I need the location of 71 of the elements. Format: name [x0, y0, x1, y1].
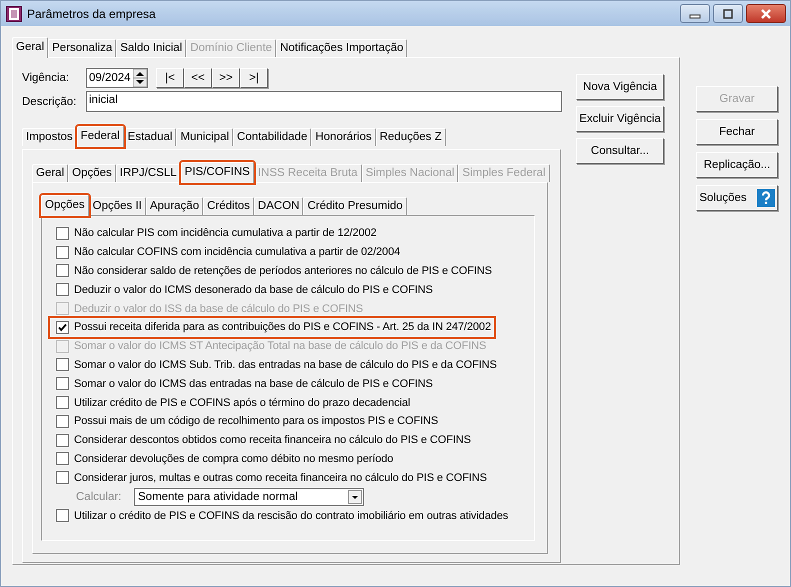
checkbox-option[interactable]: Não considerar saldo de retenções de períodos anteriores no cálculo de PIS e COFINS	[56, 262, 495, 280]
checkbox[interactable]	[56, 320, 69, 334]
tab[interactable]: Reduções Z	[376, 128, 446, 146]
checkbox-option[interactable]: Não calcular COFINS com incidência cumulativa a partir de 02/2004	[56, 242, 404, 262]
description-field[interactable]: inicial	[86, 91, 562, 112]
tab[interactable]: Contabilidade	[233, 128, 312, 146]
checkbox-option[interactable]: Utilizar crédito de PIS e COFINS após o término do prazo decadencial	[56, 393, 414, 412]
action-button[interactable]: Fechar	[696, 119, 778, 145]
tab[interactable]: Crédito Presumido	[303, 197, 407, 215]
checkbox-option[interactable]: Possui mais de um código de recolhimento para os impostos PIS e COFINS	[56, 412, 442, 431]
action-button[interactable]: Excluir Vigência	[576, 106, 664, 132]
tab[interactable]: DACON	[254, 197, 304, 215]
tab[interactable]: Federal	[76, 126, 124, 147]
action-button[interactable]: Nova Vigência	[576, 74, 664, 100]
tab[interactable]: Opções	[41, 195, 89, 216]
tab[interactable]: Municipal	[176, 128, 234, 146]
tab[interactable]: Personaliza	[48, 39, 116, 57]
tab[interactable]: Opções	[68, 164, 116, 182]
tab[interactable]: PIS/COFINS	[180, 162, 254, 183]
navigation-button[interactable]: >|	[240, 68, 268, 88]
checkbox[interactable]	[56, 434, 69, 447]
checkbox-option[interactable]: Não calcular PIS com incidência cumulativa a partir de 12/2002	[56, 224, 380, 243]
checkbox-option[interactable]: Considerar devoluções de compra como débito no mesmo período	[56, 450, 396, 468]
tab[interactable]: Opções II	[88, 197, 146, 215]
close-icon	[759, 8, 773, 18]
close-button[interactable]	[746, 4, 786, 23]
checkbox-option[interactable]: Somar o valor do ICMS Sub. Trib. das entradas na base de cálculo do PIS e da COFINS	[56, 356, 500, 374]
checkbox[interactable]	[56, 358, 69, 372]
checkbox[interactable]	[56, 377, 69, 390]
tab[interactable]: Impostos	[22, 128, 77, 146]
tab[interactable]: Geral	[32, 164, 68, 182]
checkbox[interactable]	[56, 509, 69, 522]
checkbox-option[interactable]: Utilizar o crédito de PIS e COFINS da rescisão do contrato imobiliário em outras atividades	[56, 506, 512, 525]
tab[interactable]: Saldo Inicial	[116, 39, 186, 57]
checkbox[interactable]	[56, 226, 69, 240]
field-label: Calcular:	[76, 490, 122, 503]
tab[interactable]: Geral	[12, 37, 48, 58]
field-label: Descrição:	[22, 96, 78, 108]
tab[interactable]: Estadual	[124, 128, 176, 146]
checkbox-option[interactable]: Considerar descontos obtidos como receita financeira no cálculo do PIS e COFINS	[56, 430, 474, 450]
tab[interactable]: Apuração	[146, 197, 204, 215]
help-icon	[756, 189, 775, 207]
checkbox[interactable]	[56, 264, 69, 278]
tab[interactable]: Notificações Importação	[276, 39, 408, 57]
checkbox[interactable]	[56, 414, 69, 428]
action-button[interactable]: Replicação...	[696, 152, 778, 178]
navigation-button[interactable]: <<	[184, 68, 212, 88]
checkbox[interactable]	[56, 471, 69, 484]
checkbox[interactable]	[56, 246, 69, 259]
checkbox-option[interactable]: Deduzir o valor do ICMS desonerado da base de cálculo do PIS e COFINS	[56, 280, 436, 300]
window-title: Parâmetros da empresa	[27, 6, 156, 20]
navigation-button[interactable]: |<	[156, 68, 184, 88]
field-label: Vigência:	[22, 72, 70, 84]
minimize-button[interactable]	[680, 4, 710, 23]
caret-icon[interactable]	[348, 490, 362, 504]
action-button[interactable]: Consultar...	[576, 138, 664, 164]
maximize-button[interactable]	[713, 4, 743, 23]
maximize-icon	[722, 8, 734, 18]
tab[interactable]: IRPJ/CSLL	[116, 164, 181, 182]
navigation-button[interactable]: >>	[212, 68, 240, 88]
checkbox[interactable]	[56, 452, 69, 466]
action-button[interactable]: Soluções	[696, 185, 778, 211]
checkbox-option[interactable]: Considerar juros, multas e outras como receita financeira no cálculo do PIS e COFINS	[56, 468, 490, 488]
document-icon	[6, 6, 22, 22]
checkbox-option[interactable]: Possui receita diferida para as contribuições do PIS e COFINS - Art. 25 da IN 247/2002	[50, 318, 494, 337]
checkbox[interactable]	[56, 283, 69, 296]
checkbox-option[interactable]: Somar o valor do ICMS das entradas na base de cálculo de PIS e COFINS	[56, 374, 436, 394]
tab[interactable]: Honorários	[311, 128, 376, 146]
date-spinner[interactable]: 09/2024	[86, 68, 148, 88]
tab[interactable]: Créditos	[203, 197, 254, 215]
checkbox[interactable]	[56, 396, 69, 410]
